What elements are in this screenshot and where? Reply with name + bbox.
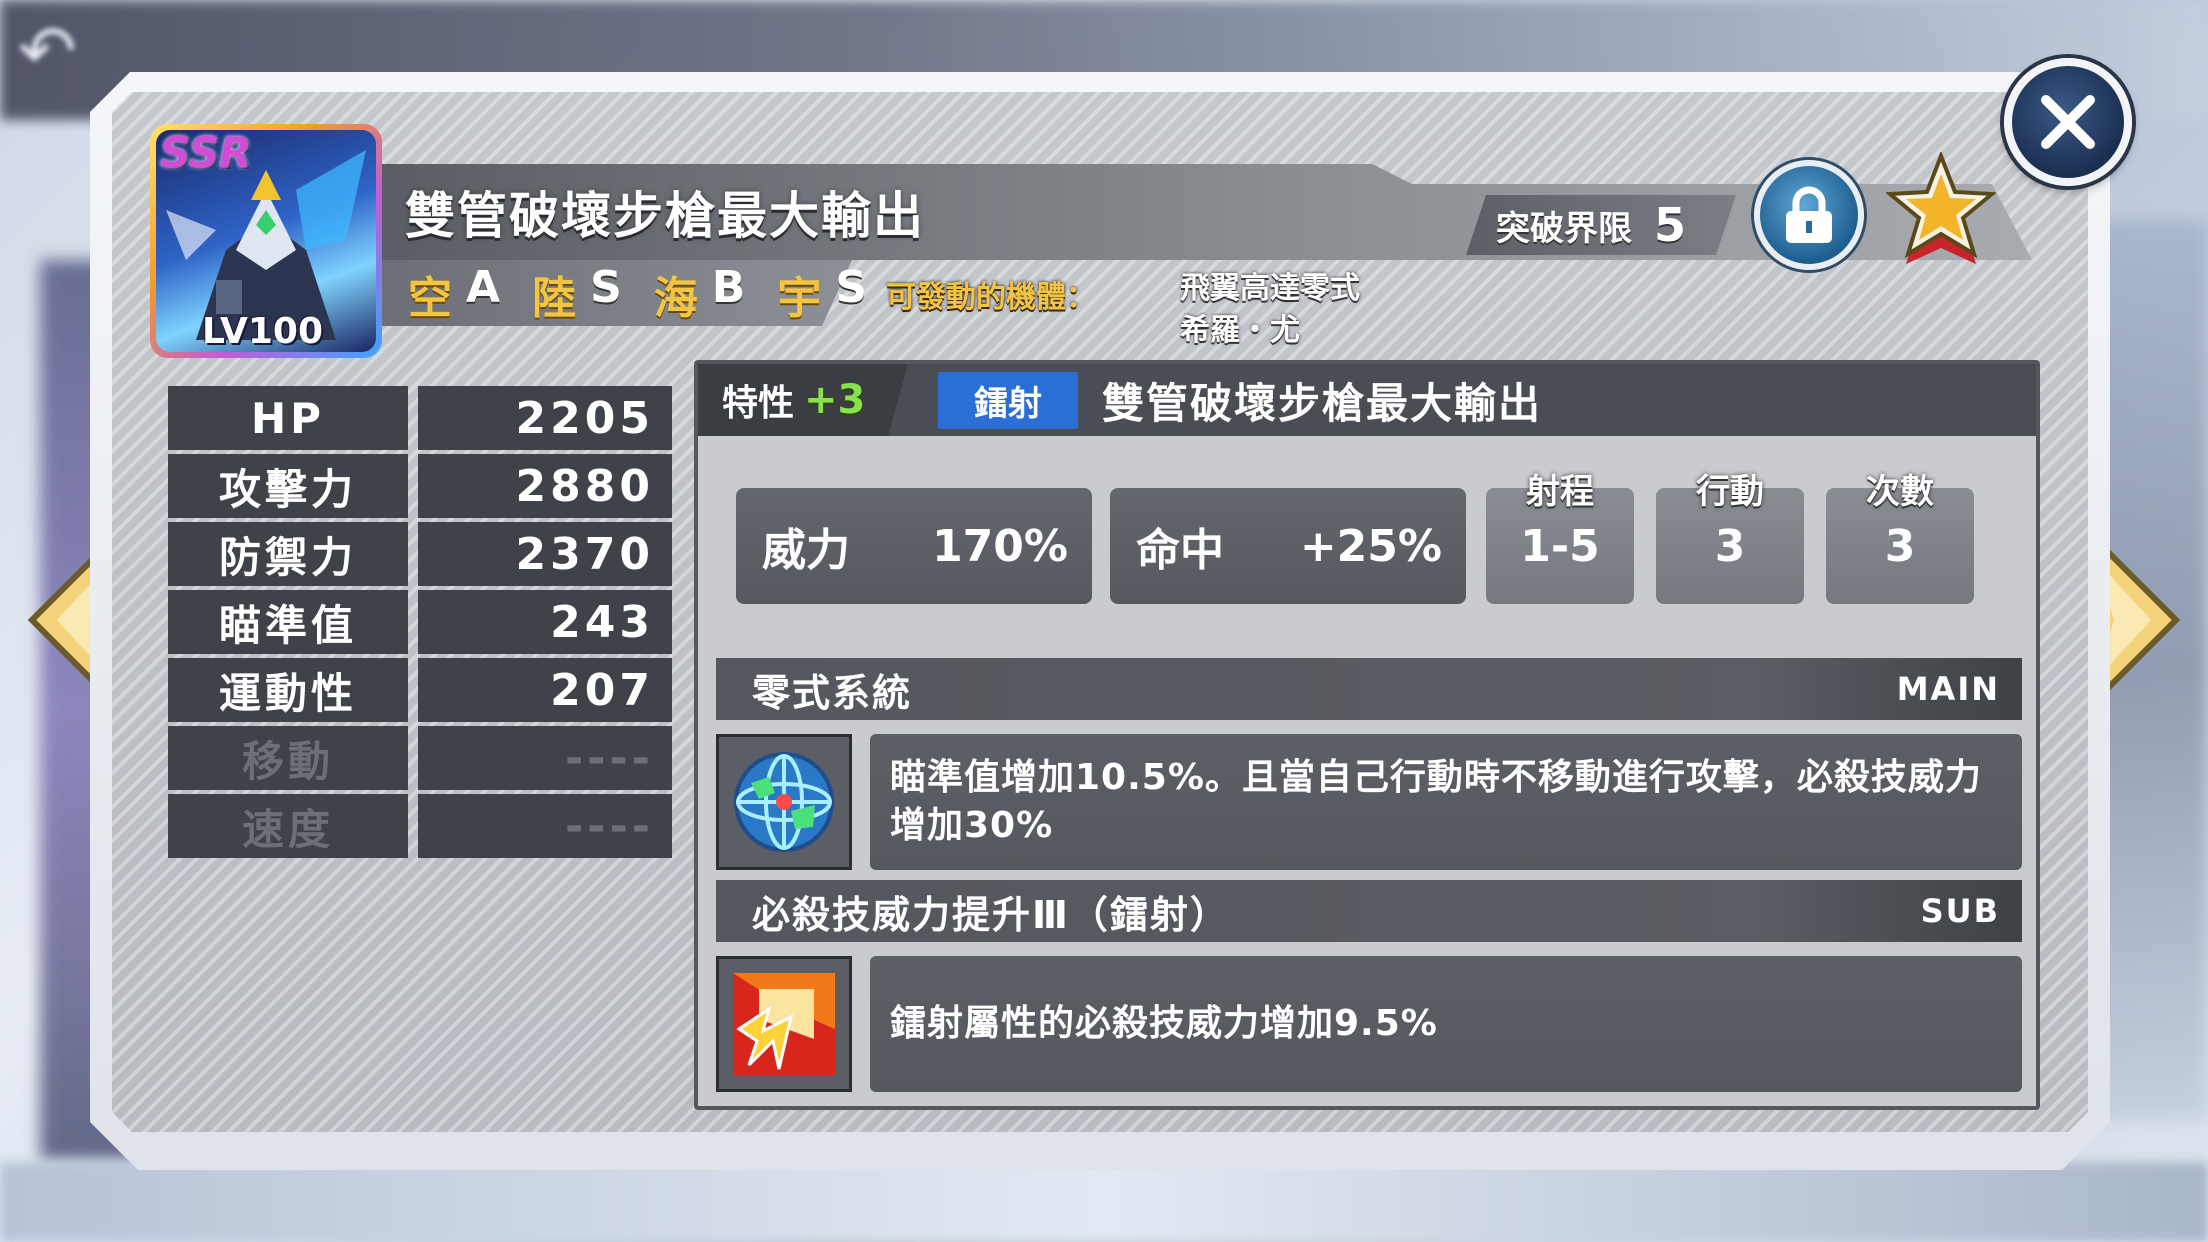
sub-skill-header: 必殺技威力提升Ⅲ（鐳射） SUB [716,880,2022,942]
attack-header: 特性 +3 鐳射 雙管破壞步槍最大輸出 [698,364,2036,436]
stat-label: 瞄準值 [168,590,408,654]
limit-break-label: 突破界限 [1496,208,1632,249]
stat-row-move: 移動 ---- [168,726,672,790]
favorite-star-icon[interactable] [1886,152,1996,270]
lock-icon [1786,186,1832,243]
stat-label: 移動 [168,726,408,790]
close-button[interactable] [2004,58,2132,186]
pilot-names: 飛翼高達零式 希羅・尤 [1180,268,1360,352]
unit-portrait: SSR LV100 [156,130,376,352]
close-icon [2041,95,2095,149]
range-label: 射程 [1526,472,1594,512]
stat-row-speed: 速度 ---- [168,794,672,858]
power-value: 170% [932,520,1068,572]
trait-label: 特性 [722,383,795,424]
stat-value: 2370 [418,522,672,586]
terrain-air-rank: A [466,262,501,313]
sub-skill-name: 必殺技威力提升Ⅲ（鐳射） [752,892,1230,937]
globe-icon [734,752,834,852]
stat-row-aim: 瞄準值 243 [168,590,672,654]
terrain-land-label: 陸 [532,273,577,324]
count-label: 次數 [1866,472,1934,512]
trait-tab[interactable]: 特性 +3 [698,364,908,436]
pilot-label: 可發動的機體： [886,280,1096,315]
stat-row-attack: 攻擊力 2880 [168,454,672,518]
attack-panel: 特性 +3 鐳射 雙管破壞步槍最大輸出 威力 170% 命中 +25% 1-5 … [694,360,2040,1110]
unit-portrait-card[interactable]: SSR LV100 [150,124,382,358]
sub-skill-icon-frame[interactable] [716,956,852,1092]
lock-button[interactable] [1754,160,1864,270]
hit-value: +25% [1299,520,1442,572]
terrain-sea-rank: B [711,262,746,313]
terrain-air-label: 空 [408,273,452,324]
terrain-space-rank: S [835,262,868,313]
terrain-space-label: 宇 [777,273,822,324]
stat-value: 2880 [418,454,672,518]
stat-label: HP [168,386,408,450]
terrain-ranks: 空 A 陸 S 海 B 宇 S [408,262,885,326]
stat-label: 防禦力 [168,522,408,586]
hit-label: 命中 [1136,525,1224,576]
sub-skill-description: 鐳射屬性的必殺技威力增加9.5% [870,956,2022,1092]
main-skill-header: 零式系統 MAIN [716,658,2022,720]
stat-value: ---- [418,794,672,858]
limit-break-box: 突破界限 5 [1466,195,1736,255]
pilot-name: 希羅・尤 [1180,313,1300,348]
main-skill-tag: MAIN [1896,670,2000,708]
attack-type-badge: 鐳射 [938,371,1078,429]
stat-label: 速度 [168,794,408,858]
main-skill-description: 瞄準值增加10.5%。且當自己行動時不移動進行攻擊，必殺技威力增加30% [870,734,2022,870]
power-label: 威力 [762,525,850,576]
main-skill-name: 零式系統 [752,670,913,715]
terrain-sea-label: 海 [653,273,698,324]
stat-row-mobility: 運動性 207 [168,658,672,722]
stat-row-defense: 防禦力 2370 [168,522,672,586]
attack-name: 雙管破壞步槍最大輸出 [1102,378,1543,428]
power-box: 威力 170% [736,488,1092,604]
unit-level: LV100 [202,311,323,352]
stat-row-hp: HP 2205 [168,386,672,450]
background-back-icon: ↶ [18,10,77,92]
action-label: 行動 [1696,472,1764,512]
rarity-badge: SSR [160,130,252,177]
background-bottom-bar [0,1162,2208,1242]
hit-box: 命中 +25% [1110,488,1466,604]
trait-bonus: +3 [804,377,866,423]
stat-label: 運動性 [168,658,408,722]
stat-value: 2205 [418,386,672,450]
stat-value: 207 [418,658,672,722]
stat-label: 攻擊力 [168,454,408,518]
terrain-land-rank: S [590,262,622,313]
burst-icon [733,973,835,1075]
stat-value: ---- [418,726,672,790]
limit-break-value: 5 [1654,198,1687,252]
stats-table: HP 2205 攻擊力 2880 防禦力 2370 瞄準值 243 運動性 20… [168,386,672,862]
sub-skill-tag: SUB [1920,892,2000,930]
unit-name: 飛翼高達零式 [1180,271,1360,306]
attack-title: 雙管破壞步槍最大輸出 [405,187,925,245]
stat-value: 243 [418,590,672,654]
main-skill-icon-frame[interactable] [716,734,852,870]
